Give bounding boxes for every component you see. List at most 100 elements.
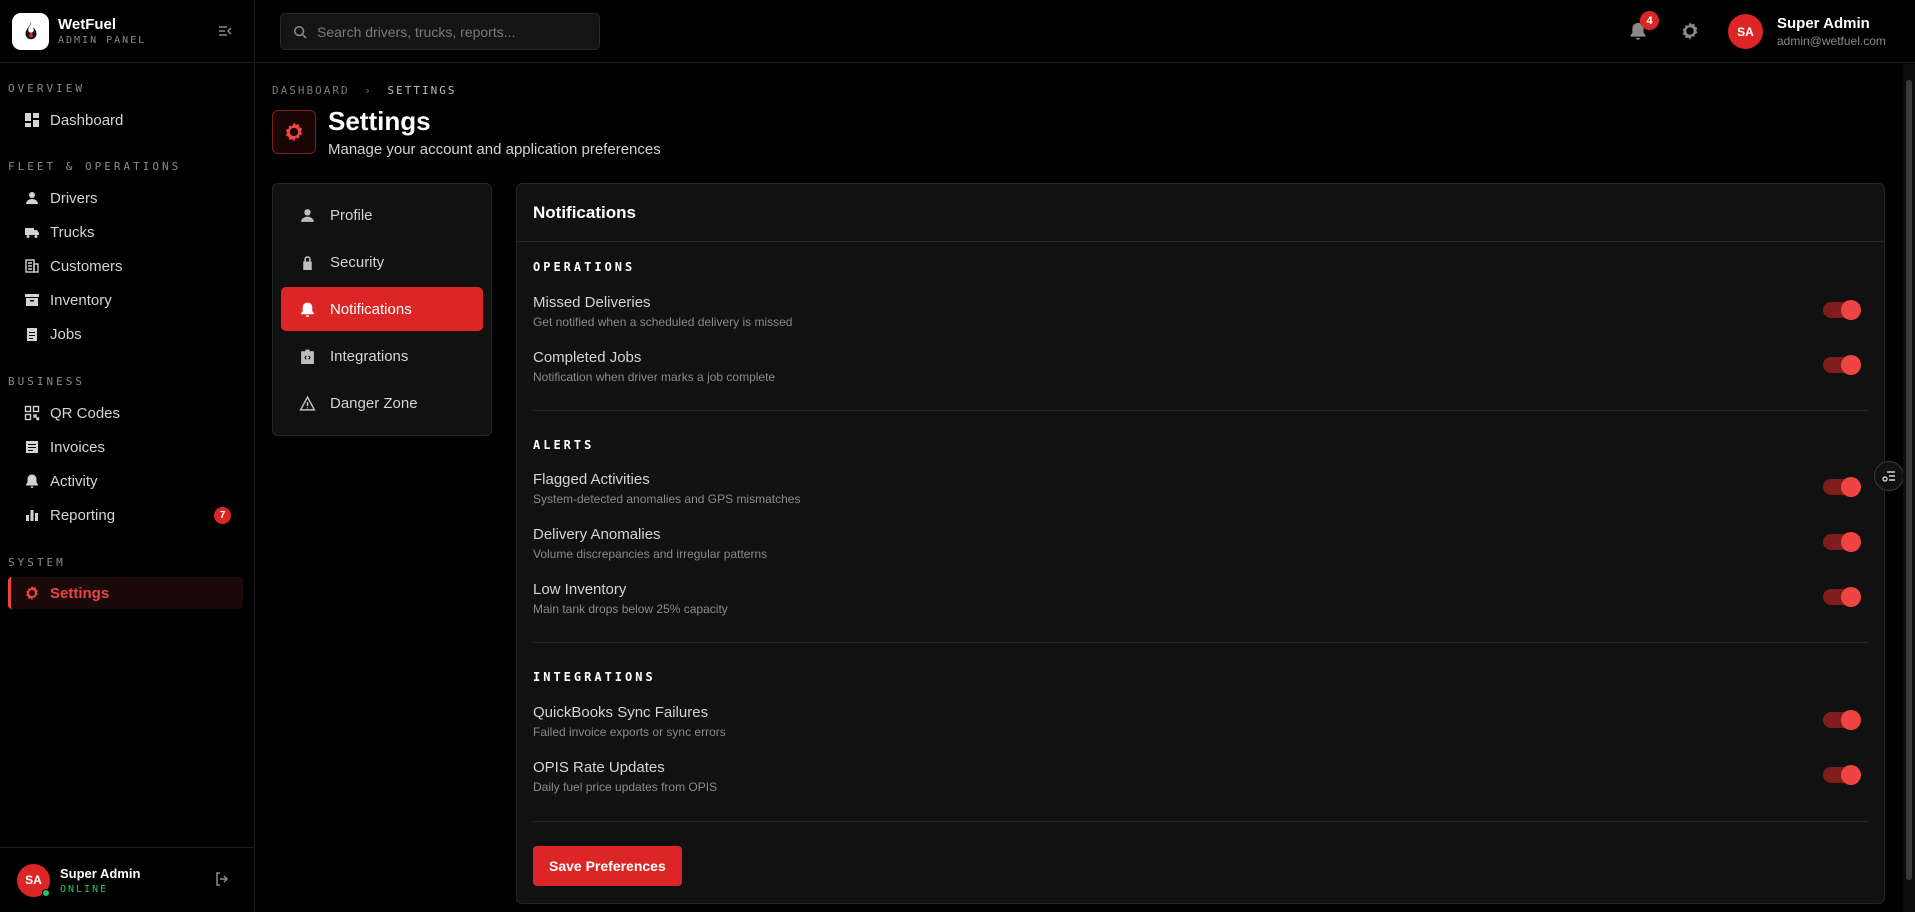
topbar: 4 SA Super Admin admin@wetfuel.com (256, 0, 1915, 63)
reporting-badge: 7 (214, 507, 231, 524)
sidebar-item-label: Inventory (50, 291, 112, 309)
notification-row: OPIS Rate Updates Daily fuel price updat… (533, 759, 1868, 799)
online-status-dot (42, 888, 50, 897)
sidebar-item-settings[interactable]: Settings (8, 577, 243, 609)
row-title: OPIS Rate Updates (533, 759, 665, 776)
breadcrumb: DASHBOARD › SETTINGS (272, 84, 456, 97)
user-menu[interactable]: Super Admin admin@wetfuel.com (1777, 15, 1886, 48)
toggle-knob (1841, 710, 1861, 730)
avatar-initials: SA (1737, 24, 1754, 39)
row-description: Get notified when a scheduled delivery i… (533, 315, 793, 329)
gear-icon (26, 586, 38, 600)
row-description: Volume discrepancies and irregular patte… (533, 547, 768, 561)
sidebar-user-status: ONLINE (60, 883, 109, 895)
save-preferences-button[interactable]: Save Preferences (533, 846, 682, 886)
sidebar-item-qr-codes[interactable]: QR Codes (8, 397, 243, 429)
settings-tab-profile[interactable]: Profile (281, 193, 483, 237)
settings-tab-security[interactable]: Security (281, 240, 483, 284)
sidebar-item-label: Activity (50, 472, 98, 490)
search-box[interactable] (280, 13, 600, 50)
settings-tab-label: Danger Zone (330, 394, 418, 412)
notification-row: Missed Deliveries Get notified when a sc… (533, 294, 1868, 334)
wetfuel-logo-icon[interactable] (12, 12, 49, 50)
quickbooks-sync-failures-toggle[interactable] (1823, 710, 1861, 730)
lock-icon (303, 255, 312, 270)
page-title: Settings (328, 106, 431, 136)
sidebar-user-name: Super Admin (60, 865, 141, 881)
sidebar-item-trucks[interactable]: Trucks (8, 216, 243, 248)
search-input[interactable] (317, 23, 577, 40)
flagged-activities-toggle[interactable] (1823, 477, 1861, 497)
completed-jobs-toggle[interactable] (1823, 355, 1861, 375)
sidebar-item-inventory[interactable]: Inventory (8, 284, 243, 316)
row-title: Missed Deliveries (533, 294, 651, 311)
row-title: QuickBooks Sync Failures (533, 704, 709, 721)
sidebar-item-customers[interactable]: Customers (8, 250, 243, 282)
page-scrollbar[interactable] (1903, 64, 1915, 912)
settings-tab-label: Notifications (330, 300, 412, 318)
sidebar-item-dashboard[interactable]: Dashboard (8, 104, 243, 136)
row-title: Completed Jobs (533, 349, 642, 366)
page-subtitle: Manage your account and application pref… (328, 141, 661, 158)
opis-rate-updates-toggle[interactable] (1823, 765, 1861, 785)
clipboard-icon (27, 328, 37, 341)
brand: WetFuel ADMIN PANEL (0, 0, 254, 63)
notifications-panel: Notifications OPERATIONS Missed Deliveri… (516, 183, 1885, 904)
toggle-knob (1841, 300, 1861, 320)
invoice-icon (26, 441, 38, 453)
truck-icon (25, 228, 39, 238)
sidebar-item-label: QR Codes (50, 404, 121, 422)
delivery-anomalies-toggle[interactable] (1823, 532, 1861, 552)
sidebar-item-jobs[interactable]: Jobs (8, 318, 243, 350)
section-divider (533, 410, 1868, 411)
group-title-operations: OPERATIONS (533, 260, 636, 274)
breadcrumb-current: SETTINGS (387, 84, 457, 97)
row-description: System-detected anomalies and GPS mismat… (533, 492, 801, 506)
settings-tab-label: Security (330, 253, 385, 271)
nav-section-overview: OVERVIEW (8, 82, 85, 95)
row-title: Low Inventory (533, 581, 627, 598)
settings-nav: Profile Security Notifications Integrati… (272, 183, 492, 436)
scrollbar-thumb[interactable] (1906, 80, 1912, 880)
building-icon (25, 259, 39, 273)
logout-icon[interactable] (214, 871, 230, 892)
archive-icon (25, 294, 39, 306)
collapse-sidebar-icon[interactable] (216, 22, 234, 40)
settings-gear-icon[interactable] (1680, 21, 1700, 46)
user-email: admin@wetfuel.com (1777, 34, 1886, 48)
sidebar-item-label: Reporting (50, 506, 116, 524)
low-inventory-toggle[interactable] (1823, 587, 1861, 607)
person-icon (301, 208, 314, 222)
notification-row: Flagged Activities System-detected anoma… (533, 471, 1868, 511)
sidebar-item-reporting[interactable]: Reporting 7 (8, 499, 243, 531)
group-title-alerts: ALERTS (533, 438, 595, 452)
user-avatar[interactable]: SA (1728, 14, 1763, 49)
settings-gear-icon (272, 110, 316, 154)
breadcrumb-root[interactable]: DASHBOARD (272, 84, 350, 97)
floating-filter-icon[interactable] (1874, 461, 1904, 491)
qr-icon (24, 405, 40, 421)
settings-tab-notifications[interactable]: Notifications (281, 287, 483, 331)
settings-tab-danger-zone[interactable]: Danger Zone (281, 381, 483, 425)
sidebar-item-activity[interactable]: Activity (8, 465, 243, 497)
warning-icon (299, 395, 316, 411)
sidebar-item-label: Dashboard (50, 111, 124, 129)
missed-deliveries-toggle[interactable] (1823, 300, 1861, 320)
brand-title: WetFuel (58, 16, 117, 33)
row-title: Delivery Anomalies (533, 526, 661, 543)
avatar[interactable]: SA (17, 863, 50, 897)
nav-section-system: SYSTEM (8, 556, 66, 569)
settings-tab-label: Integrations (330, 347, 409, 365)
sidebar-item-label: Trucks (50, 223, 95, 241)
sidebar-item-label: Settings (50, 584, 110, 602)
settings-tab-integrations[interactable]: Integrations (281, 334, 483, 378)
nav-section-fleet: FLEET & OPERATIONS (8, 160, 182, 173)
sidebar-item-invoices[interactable]: Invoices (8, 431, 243, 463)
nav-section-business: BUSINESS (8, 375, 85, 388)
sidebar-item-drivers[interactable]: Drivers (8, 182, 243, 214)
person-icon (26, 192, 38, 204)
integration-icon (301, 349, 314, 364)
sidebar-item-label: Drivers (50, 189, 98, 207)
toggle-knob (1841, 587, 1861, 607)
panel-title: Notifications (517, 184, 1884, 242)
